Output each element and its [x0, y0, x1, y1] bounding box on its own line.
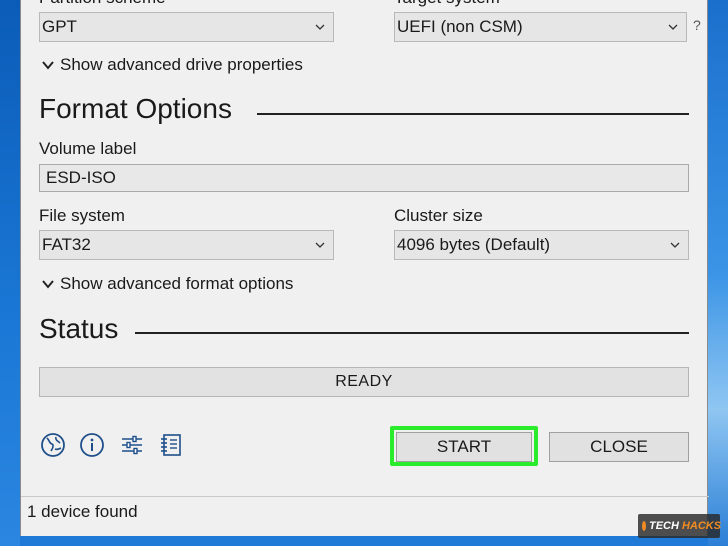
show-advanced-format-label: Show advanced format options: [60, 274, 294, 293]
chevron-down-icon: [42, 61, 54, 70]
close-button[interactable]: CLOSE: [549, 432, 689, 462]
device-count-text: 1 device found: [27, 502, 138, 521]
file-system-dropdown[interactable]: FAT32: [39, 230, 334, 260]
settings-sliders-icon[interactable]: [119, 432, 145, 458]
rufus-window: Partition scheme Target system GPT UEFI …: [20, 0, 709, 536]
desktop-background-right: [708, 0, 728, 546]
start-button[interactable]: START: [396, 432, 532, 462]
watermark-brand-a: TECH: [649, 520, 679, 532]
section-divider: [257, 113, 689, 115]
volume-label-input[interactable]: ESD-ISO: [39, 164, 689, 192]
section-divider: [135, 332, 689, 334]
partition-scheme-label: Partition scheme: [39, 0, 166, 8]
show-advanced-format-toggle[interactable]: Show advanced format options: [42, 274, 293, 294]
file-system-label: File system: [39, 206, 125, 225]
log-icon[interactable]: [158, 432, 184, 458]
watermark-brand-b: HACKS: [681, 520, 722, 532]
show-advanced-drive-toggle[interactable]: Show advanced drive properties: [42, 55, 303, 75]
volume-label-label: Volume label: [39, 139, 137, 158]
chevron-down-icon: [315, 242, 325, 248]
target-system-dropdown[interactable]: UEFI (non CSM): [394, 12, 687, 42]
chevron-down-icon: [315, 24, 325, 30]
chevron-down-icon: [668, 24, 678, 30]
chevron-down-icon: [42, 280, 54, 289]
partition-scheme-dropdown[interactable]: GPT: [39, 12, 334, 42]
chevron-down-icon: [670, 242, 680, 248]
statusbar: 1 device found: [21, 496, 709, 536]
format-options-title: Format Options: [39, 93, 232, 124]
language-globe-icon[interactable]: [40, 432, 66, 458]
partition-scheme-value: GPT: [42, 17, 77, 36]
watermark-logo-icon: [642, 521, 646, 531]
show-advanced-drive-label: Show advanced drive properties: [60, 55, 303, 74]
techhacks-watermark: TECH HACKS: [638, 514, 722, 538]
cluster-size-dropdown[interactable]: 4096 bytes (Default): [394, 230, 689, 260]
file-system-value: FAT32: [42, 235, 91, 254]
status-title: Status: [39, 313, 119, 344]
cluster-size-value: 4096 bytes (Default): [397, 235, 551, 254]
info-icon[interactable]: [79, 432, 105, 458]
target-system-value: UEFI (non CSM): [397, 17, 523, 36]
desktop-background-left: [0, 0, 20, 546]
status-progress-bar: READY: [39, 367, 689, 397]
cluster-size-label: Cluster size: [394, 206, 483, 225]
target-system-label: Target system: [394, 0, 500, 8]
target-system-help-icon[interactable]: ?: [693, 17, 701, 33]
